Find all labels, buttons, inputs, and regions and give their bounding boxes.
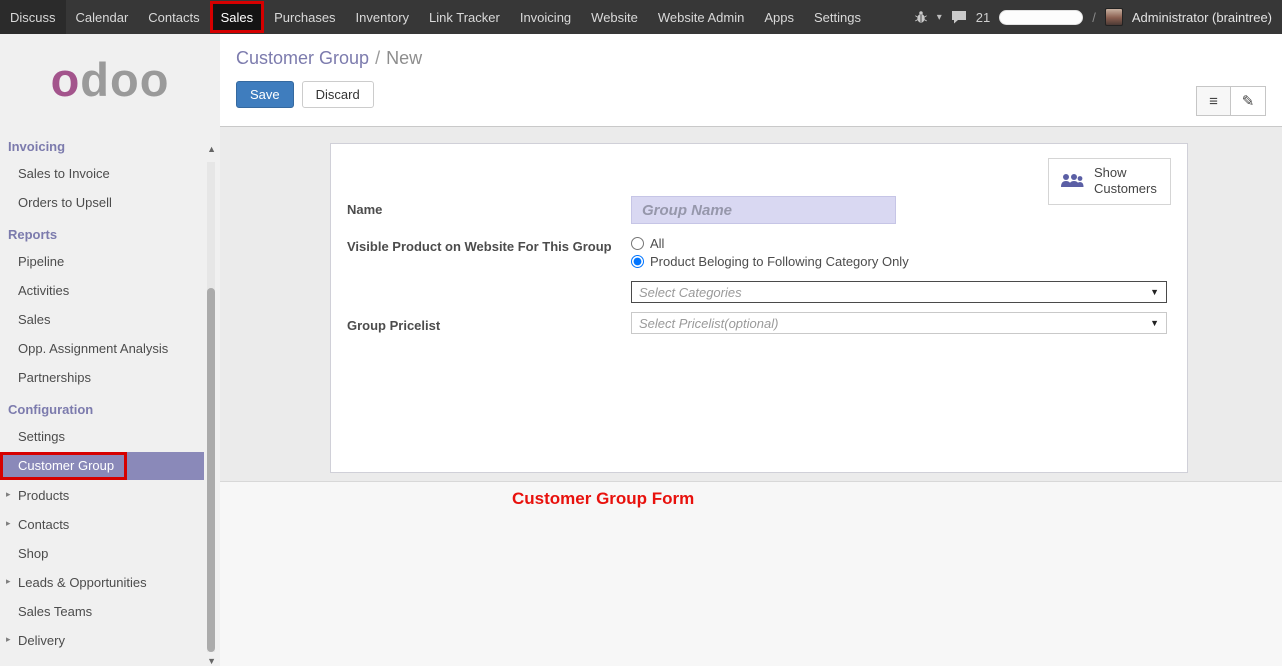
sidebar-item-sales[interactable]: Sales — [0, 305, 220, 334]
sidebar-item-settings[interactable]: Settings — [0, 422, 220, 451]
form-view-button[interactable]: ✎ — [1231, 86, 1266, 116]
sidebar-item-products[interactable]: ▸ Products — [0, 481, 220, 510]
sidebar-item-sales-teams[interactable]: Sales Teams — [0, 597, 220, 626]
show-customers-button[interactable]: Show Customers — [1048, 158, 1171, 205]
app-menus: Discuss Calendar Contacts Sales Purchase… — [0, 0, 871, 34]
menu-link-tracker[interactable]: Link Tracker — [419, 0, 510, 34]
main-header: Customer Group / New Save Discard ≡ ✎ — [220, 34, 1282, 127]
breadcrumb-new: New — [386, 48, 422, 68]
categories-select-placeholder: Select Categories — [639, 285, 742, 300]
user-menu[interactable]: Administrator (braintree) — [1132, 10, 1272, 25]
sidebar-item-contacts[interactable]: ▸ Contacts — [0, 510, 220, 539]
sidebar-section-configuration: Configuration — [0, 392, 220, 422]
name-label: Name — [347, 196, 615, 224]
sidebar-section-invoicing: Invoicing — [0, 129, 220, 159]
sidebar-item-leads-opportunities[interactable]: ▸ Leads & Opportunities — [0, 568, 220, 597]
top-menubar: Discuss Calendar Contacts Sales Purchase… — [0, 0, 1282, 34]
sidebar-item-label: Contacts — [18, 517, 69, 532]
form-button-row: Save Discard — [220, 69, 1282, 108]
visible-product-radio-group: All Product Beloging to Following Catego… — [631, 233, 1167, 272]
menu-settings[interactable]: Settings — [804, 0, 871, 34]
menu-calendar[interactable]: Calendar — [66, 0, 139, 34]
visible-product-label: Visible Product on Website For This Grou… — [347, 233, 615, 272]
sidebar-item-customer-group[interactable]: Customer Group — [0, 452, 204, 480]
radio-category-only[interactable]: Product Beloging to Following Category O… — [631, 254, 1167, 269]
save-button[interactable]: Save — [236, 81, 294, 108]
sidebar-item-delivery[interactable]: ▸ Delivery — [0, 626, 220, 655]
sidebar-section-reports: Reports — [0, 217, 220, 247]
annotation-caption: Customer Group Form — [512, 489, 694, 509]
messages-count[interactable]: 21 — [976, 10, 990, 25]
categories-select[interactable]: Select Categories ▼ — [631, 281, 1167, 303]
menu-inventory[interactable]: Inventory — [346, 0, 419, 34]
expand-triangle-icon: ▸ — [6, 489, 11, 500]
menu-apps[interactable]: Apps — [754, 0, 804, 34]
discard-button[interactable]: Discard — [302, 81, 374, 108]
sidebar-item-orders-to-upsell[interactable]: Orders to Upsell — [0, 188, 220, 217]
timer-widget[interactable] — [999, 10, 1083, 25]
menu-discuss[interactable]: Discuss — [0, 0, 66, 34]
radio-category-only-input[interactable] — [631, 255, 644, 268]
menu-sales[interactable]: Sales — [210, 1, 265, 33]
breadcrumb-customer-group[interactable]: Customer Group — [236, 48, 369, 68]
customer-group-annotation-box: Customer Group — [0, 452, 127, 480]
menu-website[interactable]: Website — [581, 0, 648, 34]
view-switcher: ≡ ✎ — [1196, 86, 1266, 116]
list-icon: ≡ — [1209, 93, 1218, 110]
group-people-icon — [1059, 171, 1085, 191]
systray-separator: / — [1092, 10, 1096, 25]
menu-website-admin[interactable]: Website Admin — [648, 0, 754, 34]
scroll-down-icon[interactable]: ▼ — [207, 656, 216, 666]
sidebar-item-partnerships[interactable]: Partnerships — [0, 363, 220, 392]
radio-all-input[interactable] — [631, 237, 644, 250]
sidebar-item-activities[interactable]: Activities — [0, 276, 220, 305]
pricelist-select[interactable]: Select Pricelist(optional) ▼ — [631, 312, 1167, 334]
content-lower-strip — [220, 481, 1282, 666]
sidebar-scrollbar-thumb[interactable] — [207, 288, 215, 652]
systray: ▾ 21 / Administrator (braintree) — [914, 0, 1282, 34]
customer-group-form-sheet: Show Customers Name Visible Product on W… — [330, 143, 1188, 473]
sidebar-menu: Invoicing Sales to Invoice Orders to Ups… — [0, 129, 220, 655]
sidebar-item-label: Products — [18, 488, 69, 503]
radio-all[interactable]: All — [631, 236, 1167, 251]
odoo-logo-rest: doo — [80, 53, 169, 106]
list-view-button[interactable]: ≡ — [1196, 86, 1231, 116]
breadcrumb-separator: / — [375, 48, 380, 68]
scroll-up-icon[interactable]: ▲ — [207, 144, 216, 154]
menu-invoicing[interactable]: Invoicing — [510, 0, 581, 34]
radio-all-label: All — [650, 236, 664, 251]
sidebar: odoo Invoicing Sales to Invoice Orders t… — [0, 34, 220, 666]
sidebar-item-shop[interactable]: Shop — [0, 539, 220, 568]
chevron-down-icon: ▼ — [1150, 318, 1159, 328]
sidebar-item-sales-to-invoice[interactable]: Sales to Invoice — [0, 159, 220, 188]
expand-triangle-icon: ▸ — [6, 634, 11, 645]
expand-triangle-icon: ▸ — [6, 576, 11, 587]
pricelist-select-placeholder: Select Pricelist(optional) — [639, 316, 778, 331]
chevron-down-icon: ▼ — [1150, 287, 1159, 297]
sidebar-item-label: Delivery — [18, 633, 65, 648]
group-pricelist-label: Group Pricelist — [347, 312, 615, 334]
messages-icon[interactable] — [951, 10, 967, 24]
group-name-input[interactable] — [631, 196, 896, 224]
radio-category-only-label: Product Beloging to Following Category O… — [650, 254, 909, 269]
show-customers-label: Show Customers — [1094, 165, 1160, 198]
sidebar-item-label: Leads & Opportunities — [18, 575, 147, 590]
breadcrumb: Customer Group / New — [220, 34, 1282, 69]
edit-icon: ✎ — [1242, 92, 1255, 110]
avatar[interactable] — [1105, 8, 1123, 26]
sidebar-item-opp-assignment-analysis[interactable]: Opp. Assignment Analysis — [0, 334, 220, 363]
odoo-logo-first-letter: o — [51, 53, 81, 106]
content-area: Show Customers Name Visible Product on W… — [220, 127, 1282, 666]
expand-triangle-icon: ▸ — [6, 518, 11, 529]
sidebar-item-pipeline[interactable]: Pipeline — [0, 247, 220, 276]
debug-bug-icon[interactable] — [914, 10, 928, 24]
menu-contacts[interactable]: Contacts — [138, 0, 209, 34]
odoo-logo[interactable]: odoo — [0, 34, 220, 129]
form-fields: Name Visible Product on Website For This… — [331, 196, 1187, 334]
menu-purchases[interactable]: Purchases — [264, 0, 345, 34]
debug-caret-down-icon[interactable]: ▾ — [937, 12, 942, 23]
